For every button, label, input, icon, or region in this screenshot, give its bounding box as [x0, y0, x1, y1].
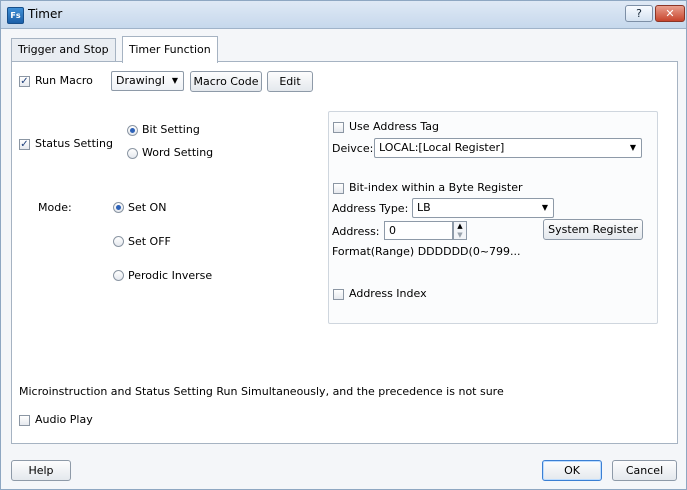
bit-setting-radio[interactable]	[127, 125, 138, 136]
status-setting-checkbox[interactable]: ✓	[19, 139, 30, 150]
mode-label: Mode:	[38, 201, 72, 214]
address-index-checkbox[interactable]	[333, 289, 344, 300]
chevron-down-icon: ▼	[541, 203, 548, 212]
timer-dialog: Fs Timer ? ✕ Trigger and Stop Timer Func…	[0, 0, 687, 490]
edit-button[interactable]: Edit	[267, 71, 313, 92]
format-range-text: Format(Range) DDDDDD(0~799...	[332, 245, 521, 258]
spin-up-icon[interactable]: ▲	[454, 222, 466, 230]
help-title-button[interactable]: ?	[625, 5, 653, 22]
window-title: Timer	[28, 7, 63, 21]
ok-button[interactable]: OK	[542, 460, 602, 481]
simultaneous-run-note: Microinstruction and Status Setting Run …	[19, 385, 504, 398]
word-setting-label: Word Setting	[142, 146, 214, 159]
periodic-inverse-label: Perodic Inverse	[128, 269, 213, 282]
app-icon: Fs	[7, 7, 24, 24]
run-macro-label: Run Macro	[35, 74, 93, 87]
periodic-inverse-radio[interactable]	[113, 270, 124, 281]
title-bar: Fs Timer ? ✕	[1, 1, 686, 29]
bit-setting-label: Bit Setting	[142, 123, 200, 136]
run-macro-checkbox[interactable]: ✓	[19, 76, 30, 87]
bit-index-checkbox[interactable]	[333, 183, 344, 194]
set-on-radio[interactable]	[113, 202, 124, 213]
address-input[interactable]: 0	[384, 221, 453, 240]
chevron-down-icon: ▼	[171, 76, 178, 85]
set-off-radio[interactable]	[113, 236, 124, 247]
chevron-down-icon: ▼	[629, 143, 636, 152]
set-off-label: Set OFF	[128, 235, 171, 248]
audio-play-label: Audio Play	[35, 413, 93, 426]
address-index-label: Address Index	[349, 287, 427, 300]
use-address-tag-checkbox[interactable]	[333, 122, 344, 133]
tab-timer-function[interactable]: Timer Function	[122, 36, 218, 63]
device-select[interactable]: LOCAL:[Local Register] ▼	[374, 138, 642, 158]
address-label: Address:	[332, 225, 380, 238]
address-type-label: Address Type:	[332, 202, 409, 215]
audio-play-checkbox[interactable]	[19, 415, 30, 426]
use-address-tag-label: Use Address Tag	[349, 120, 439, 133]
set-on-label: Set ON	[128, 201, 167, 214]
spin-down-icon[interactable]: ▼	[454, 231, 466, 239]
device-label: Deivce:	[332, 142, 374, 155]
status-setting-label: Status Setting	[35, 137, 113, 150]
timer-function-panel: ✓ Run Macro DrawingI ▼ Macro Code Edit ✓…	[11, 61, 678, 444]
device-select-value: LOCAL:[Local Register]	[379, 141, 505, 154]
macro-select[interactable]: DrawingI ▼	[111, 71, 184, 91]
system-register-button[interactable]: System Register	[543, 219, 643, 240]
word-setting-radio[interactable]	[127, 148, 138, 159]
tab-trigger-and-stop[interactable]: Trigger and Stop	[11, 38, 116, 62]
address-spinner[interactable]: ▲ ▼	[453, 221, 467, 240]
close-button[interactable]: ✕	[655, 5, 685, 22]
address-type-value: LB	[417, 201, 431, 214]
help-button[interactable]: Help	[11, 460, 71, 481]
macro-code-button[interactable]: Macro Code	[190, 71, 262, 92]
cancel-button[interactable]: Cancel	[612, 460, 677, 481]
address-type-select[interactable]: LB ▼	[412, 198, 554, 218]
bit-index-label: Bit-index within a Byte Register	[349, 181, 523, 194]
macro-select-value: DrawingI	[116, 74, 165, 87]
address-group: Use Address Tag Deivce: LOCAL:[Local Reg…	[328, 111, 658, 324]
